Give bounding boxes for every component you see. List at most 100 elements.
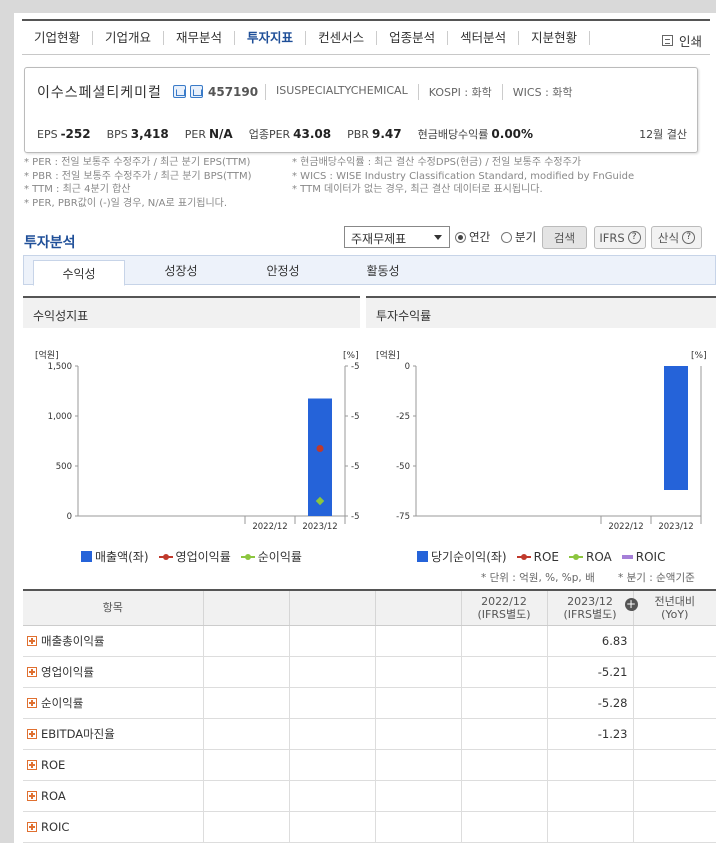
help-icon: ? [627,231,641,244]
note-line: * PER, PBR값이 (-)일 경우, N/A로 표기됩니다. [24,197,228,209]
metric-sector-per: 업종PER 43.08 [248,127,332,141]
legend-item-net-margin[interactable]: 순이익률 [240,548,302,565]
ir-icon[interactable] [190,85,203,98]
cell-2023 [546,811,633,843]
expand-row-icon[interactable] [27,791,37,801]
search-button[interactable]: 검색 [542,226,587,249]
legend-line-red [516,553,531,561]
expand-row-icon[interactable] [27,698,37,708]
legend-item-roe[interactable]: ROE [516,550,559,564]
y-tick-label: 1,500 [48,362,72,372]
row-label-cell[interactable]: ROA [23,780,203,812]
radio-quarter-label: 분기 [515,230,537,244]
expand-row-icon[interactable] [27,636,37,646]
company-meta: ISUSPECIALTYCHEMICAL KOSPI : 화학 WICS : 화… [265,84,583,100]
chart-legend: 매출액(좌) 영업이익률 순이익률 [81,548,308,565]
table-cell [374,625,461,657]
row-label: 순이익률 [41,695,84,710]
page: 기업현황 기업개요 재무분석 투자지표 컨센서스 업종분석 섹터분석 지분현황 … [14,13,716,843]
company-summary: 이수스페셜티케미컬 457190 ISUSPECIALTYCHEMICAL KO… [24,67,698,153]
statement-select[interactable]: 주재무제표 [344,226,450,248]
table-row: ROIC [23,811,716,843]
formula-button[interactable]: 산식 ? [651,226,702,249]
expand-row-icon[interactable] [27,760,37,770]
legend-item-roic[interactable]: ROIC [621,550,665,564]
tab-stability[interactable]: 안정성 [235,256,331,285]
tab-growth[interactable]: 성장성 [133,256,229,285]
company-name: 이수스페셜티케미컬 [37,85,162,101]
tab-consensus[interactable]: 컨센서스 [306,30,378,45]
table-cell [460,718,547,750]
header-empty [374,589,461,626]
chart-title: 투자수익률 [366,296,716,328]
key-metrics: EPS -252 BPS 3,418 PER N/A 업종PER 43.08 PBR 9.… [37,126,687,142]
note-line: * TTM : 최근 4분기 합산 [24,184,131,195]
tab-activity[interactable]: 활동성 [335,256,431,285]
tab-financial-analysis[interactable]: 재무분석 [164,30,236,45]
profitability-chart-panel: 수익성지표 [억원] [%] 1,500 1,000 500 0 -5 -5 -5 -5 2022/… [23,296,360,564]
row-label: ROE [41,757,66,772]
table-cell [460,780,547,812]
tab-company-profile[interactable]: 기업개요 [93,30,165,45]
expand-row-icon[interactable] [27,729,37,739]
table-row: 영업이익률 -5.21 [23,656,716,688]
table-row: ROA [23,780,716,812]
row-label: ROIC [41,819,70,834]
legend-item-roa[interactable]: ROA [568,550,612,564]
table-cell [202,811,289,843]
return-chart-panel: 투자수익률 [억원] [%] 0 -25 -50 -75 2022/12 2023/12 당기… [366,296,716,564]
row-label-cell[interactable]: 매출총이익률 [23,625,203,657]
note-line: * 현금배당수익률 : 최근 결산 수정DPS(현금) / 전일 보통주 수정주… [292,157,582,168]
y-right-tick-label: -5 [351,512,359,522]
table-cell [202,749,289,781]
note-line: * PER : 전일 보통주 수정주가 / 최근 분기 EPS(TTM) [24,157,251,168]
ifrs-button[interactable]: IFRS ? [594,226,646,249]
print-button[interactable]: 인쇄 [661,31,702,50]
y-right-tick-label: -5 [351,412,359,422]
metric-per: PER N/A [184,127,233,141]
metric-bps: BPS 3,418 [106,127,169,141]
radio-annual[interactable]: 연간 [455,229,490,245]
table-cell [288,811,375,843]
table-cell [460,625,547,657]
table-cell [288,780,375,812]
y-tick-label: -75 [396,512,410,522]
legend-line-red [158,553,173,561]
tab-industry-analysis[interactable]: 업종분석 [377,30,449,45]
expand-row-icon[interactable] [27,667,37,677]
expand-row-icon[interactable] [27,822,37,832]
tab-sector-analysis[interactable]: 섹터분석 [448,30,520,45]
axis-unit-left: [억원] [35,349,59,361]
row-label-cell[interactable]: EBITDA마진율 [23,718,203,750]
legend-item-operating-margin[interactable]: 영업이익률 [158,548,231,565]
row-label-cell[interactable]: ROIC [23,811,203,843]
legend-swatch [417,551,428,562]
radio-dot-checked [455,231,466,243]
axis-unit-right: [%] [343,351,359,361]
legend-item-net-income[interactable]: 당기순이익(좌) [417,548,507,565]
home-icon[interactable] [173,85,186,98]
wics-info: WICS : 화학 [501,84,583,100]
row-label-cell[interactable]: ROE [23,749,203,781]
tab-company-overview[interactable]: 기업현황 [22,30,94,45]
tab-profitability[interactable]: 수익성 [33,260,125,286]
tab-investment-indicators[interactable]: 투자지표 [235,30,307,45]
table-cell [374,718,461,750]
note-line: * PBR : 전일 보통주 수정주가 / 최근 분기 BPS(TTM) [24,170,252,182]
radio-quarter[interactable]: 분기 [501,229,536,245]
y-tick-label: -50 [396,462,410,472]
stock-code: 457190 [208,85,259,99]
row-label-cell[interactable]: 영업이익률 [23,656,203,688]
note-line: * TTM 데이터가 없는 경우, 최근 결산 데이터로 표시됩니다. [292,184,543,195]
expand-plus-icon[interactable]: + [624,597,638,611]
y-tick-label: -25 [396,412,410,422]
legend-item-revenue[interactable]: 매출액(좌) [81,548,149,565]
legend-swatch [81,551,92,562]
row-label-cell[interactable]: 순이익률 [23,687,203,719]
profitability-chart: [억원] [%] 1,500 1,000 500 0 -5 -5 -5 -5 2022/12 2023… [35,349,359,532]
cell-yoy [632,749,716,781]
unit-note: * 단위 : 억원, %, %p, 배 [481,572,595,584]
cell-yoy [632,718,716,750]
tab-shareholding[interactable]: 지분현황 [519,30,591,45]
table-header-row: 항목 2022/12 (IFRS별도) 2023/12 (IFRS별도) + 전년대비… [23,589,716,626]
